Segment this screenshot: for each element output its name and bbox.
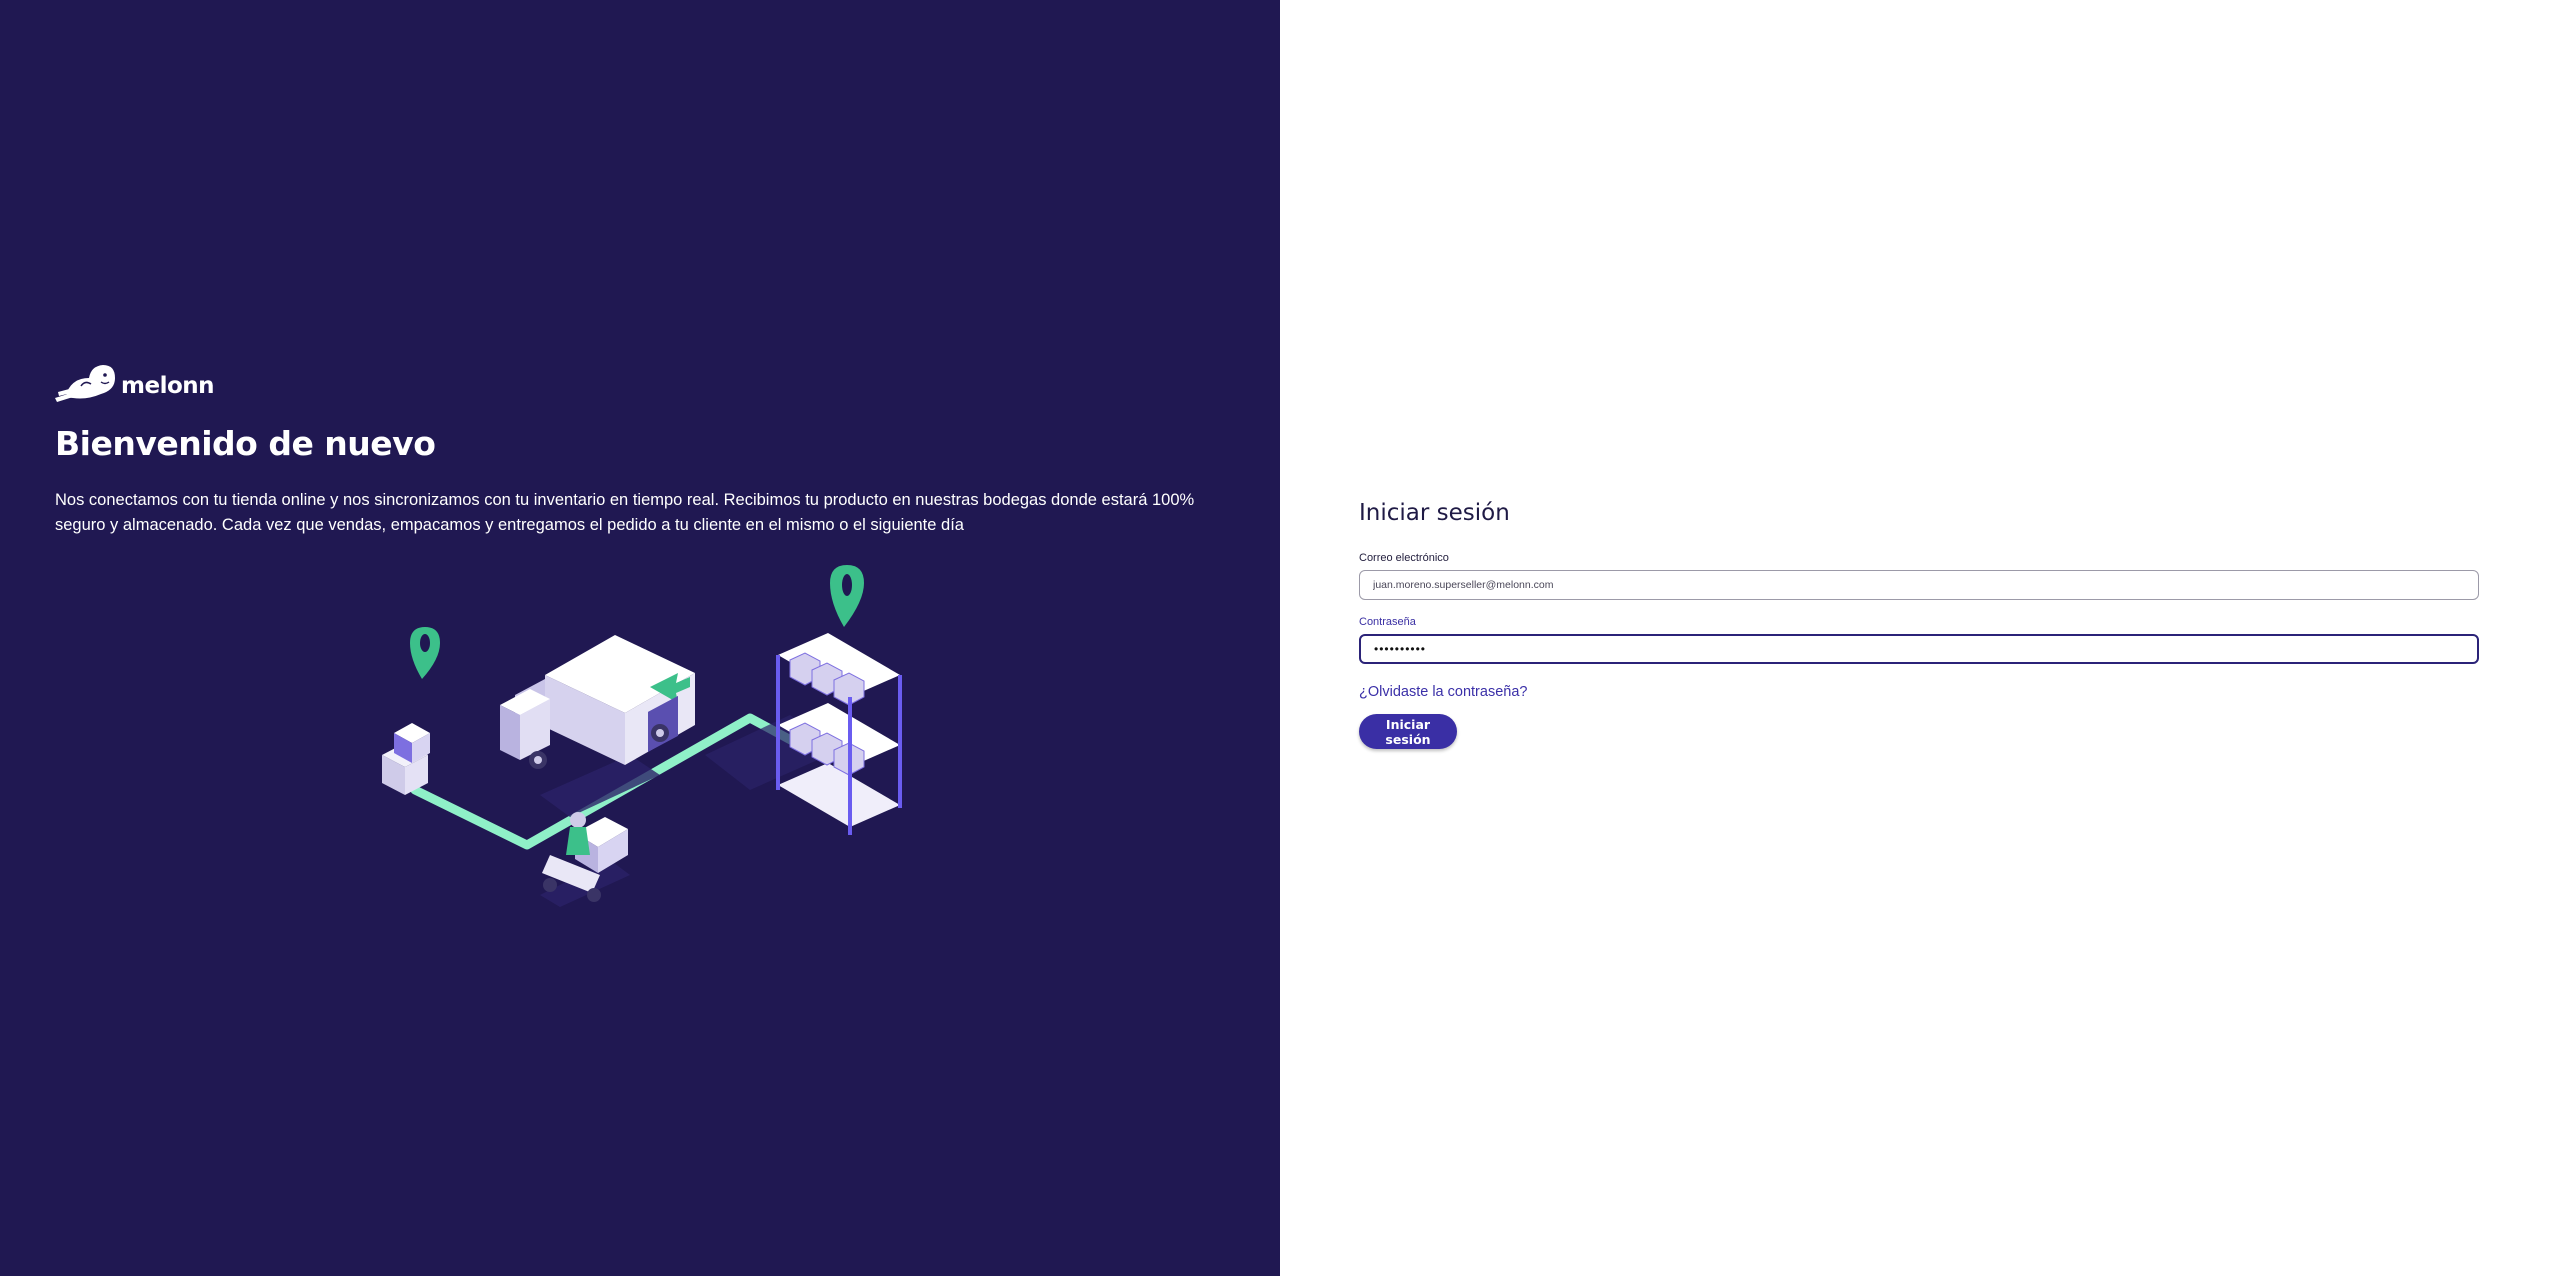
- welcome-title: Bienvenido de nuevo: [55, 424, 436, 463]
- welcome-description: Nos conectamos con tu tienda online y no…: [55, 491, 1195, 534]
- login-panel: Iniciar sesión Correo electrónico Contra…: [1280, 0, 2560, 1276]
- email-label: Correo electrónico: [1359, 552, 1449, 564]
- welcome-panel: melonn Bienvenido de nuevo Nos conectamo…: [0, 0, 1280, 1276]
- logistics-illustration: [382, 565, 902, 907]
- delivery-truck: [500, 635, 695, 769]
- password-field[interactable]: [1359, 634, 2479, 664]
- password-label: Contraseña: [1359, 616, 1416, 628]
- forgot-password-link[interactable]: ¿Olvidaste la contraseña?: [1359, 684, 1527, 700]
- package-boxes: [382, 723, 430, 795]
- login-form: Iniciar sesión Correo electrónico Contra…: [1359, 500, 2479, 749]
- email-field[interactable]: [1359, 570, 2479, 600]
- login-submit-button[interactable]: Iniciar sesión: [1359, 714, 1457, 749]
- melonn-seal-icon: [55, 365, 115, 402]
- warehouse-shelves: [776, 633, 902, 835]
- map-pin-icon-2: [830, 565, 864, 627]
- brand-name: melonn: [121, 373, 215, 399]
- brand-logo: melonn: [55, 362, 215, 404]
- login-title: Iniciar sesión: [1359, 500, 1510, 526]
- login-page: melonn Bienvenido de nuevo Nos conectamo…: [0, 0, 2560, 1276]
- map-pin-icon: [410, 627, 440, 679]
